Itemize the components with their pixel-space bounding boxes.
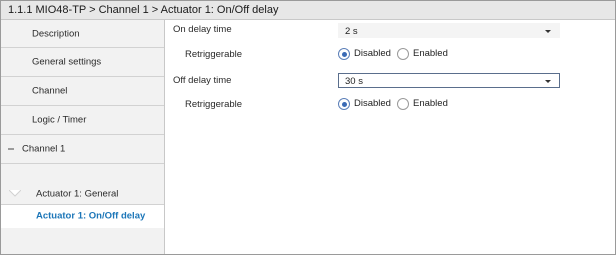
breadcrumb: 1.1.1 MIO48-TP > Channel 1 > Actuator 1:… bbox=[8, 4, 279, 16]
collapse-minus-icon[interactable] bbox=[8, 148, 14, 150]
off-delay-time-select[interactable]: 30 s bbox=[338, 73, 560, 88]
sidebar-item-actuator-1-on-off-delay[interactable]: Actuator 1: On/Off delay bbox=[1, 205, 164, 228]
sidebar-item-logic-timer[interactable]: Logic / Timer bbox=[1, 106, 164, 135]
radio-label: Enabled bbox=[413, 48, 448, 59]
sidebar-item-label: Logic / Timer bbox=[32, 114, 87, 126]
on-retriggerable-label: Retriggerable bbox=[185, 49, 243, 60]
chevron-down-icon bbox=[545, 30, 551, 33]
sidebar-item-label: Actuator 1: On/Off delay bbox=[36, 210, 146, 222]
sidebar-group-channel-1[interactable]: Channel 1 bbox=[1, 135, 164, 164]
off-delay-time-label: Off delay time bbox=[173, 75, 232, 86]
radio-selected-icon bbox=[338, 48, 350, 60]
select-value: 30 s bbox=[345, 76, 363, 87]
breadcrumb-bar: 1.1.1 MIO48-TP > Channel 1 > Actuator 1:… bbox=[1, 1, 615, 20]
sidebar-item-label: General settings bbox=[32, 56, 102, 68]
parameter-panel: On delay time 2 s Retriggerable Disabled… bbox=[165, 20, 615, 254]
radio-selected-icon bbox=[338, 98, 350, 110]
sidebar: Description General settings Channel Log… bbox=[1, 20, 165, 254]
radio-label: Enabled bbox=[413, 98, 448, 109]
sidebar-item-label: Actuator 1: General bbox=[36, 188, 119, 199]
sidebar-item-actuator-1-general[interactable]: Actuator 1: General bbox=[1, 183, 164, 205]
radio-unselected-icon bbox=[397, 48, 409, 60]
on-delay-time-label: On delay time bbox=[173, 24, 232, 35]
radio-label: Disabled bbox=[354, 48, 391, 59]
sidebar-item-description[interactable]: Description bbox=[1, 20, 164, 48]
radio-label: Disabled bbox=[354, 98, 391, 109]
sidebar-group-label: Channel 1 bbox=[22, 143, 66, 155]
parameter-window: 1.1.1 MIO48-TP > Channel 1 > Actuator 1:… bbox=[0, 0, 616, 255]
chevron-down-icon bbox=[545, 80, 551, 83]
sidebar-item-general-settings[interactable]: General settings bbox=[1, 48, 164, 77]
sidebar-item-channel[interactable]: Channel bbox=[1, 77, 164, 106]
on-delay-time-select[interactable]: 2 s bbox=[338, 23, 560, 38]
select-value: 2 s bbox=[345, 26, 358, 37]
off-retriggerable-label: Retriggerable bbox=[185, 99, 243, 110]
sidebar-item-label: Channel bbox=[32, 85, 68, 97]
sidebar-item-label: Description bbox=[32, 28, 80, 39]
radio-unselected-icon bbox=[397, 98, 409, 110]
